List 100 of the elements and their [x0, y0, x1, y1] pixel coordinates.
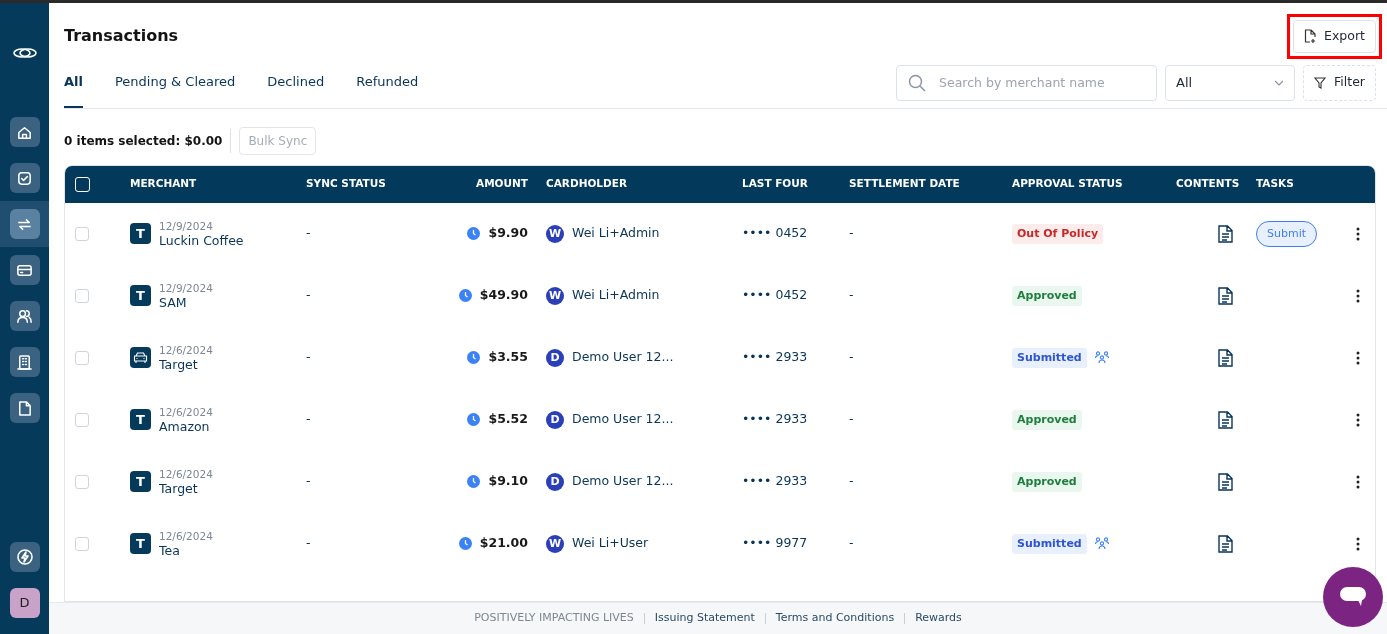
sync-status: - [306, 287, 311, 303]
merchant-name[interactable]: Amazon [159, 418, 213, 434]
column-header[interactable]: SETTLEMENT DATE [849, 176, 960, 193]
checkmark-icon[interactable] [9, 163, 40, 193]
chat-button[interactable] [1323, 567, 1383, 627]
file-plus-icon [1304, 29, 1317, 44]
settlement-date: - [849, 411, 854, 427]
more-options-icon[interactable] [1356, 474, 1360, 489]
document-icon[interactable] [1218, 472, 1233, 491]
card-last-four: •••• 0452 [742, 287, 808, 303]
amount: $3.55 [488, 348, 528, 367]
column-header[interactable]: TASKS [1256, 176, 1294, 193]
row-checkbox[interactable] [75, 288, 89, 303]
document-icon[interactable] [9, 393, 40, 423]
arrows-icon[interactable] [9, 209, 40, 239]
transaction-date: 12/6/2024 [159, 529, 213, 543]
approval-status: Submitted [1012, 533, 1087, 554]
page-title: Transactions [64, 25, 179, 48]
selection-summary: 0 items selected: $0.00 [64, 132, 223, 150]
document-icon[interactable] [1218, 224, 1233, 243]
merchant-avatar: T [130, 533, 151, 555]
cardholder-avatar: W [546, 534, 564, 553]
card-last-four: •••• 9977 [742, 535, 808, 551]
amount: $5.52 [488, 410, 528, 429]
column-header[interactable]: LAST FOUR [742, 176, 808, 193]
settlement-date: - [849, 349, 854, 365]
amount: $9.90 [488, 224, 528, 243]
document-icon[interactable] [1218, 534, 1233, 553]
building-icon[interactable] [9, 347, 40, 377]
merchant-name[interactable]: Target [159, 480, 213, 496]
approval-status: Approved [1012, 409, 1082, 430]
transaction-date: 12/6/2024 [159, 467, 213, 481]
more-options-icon[interactable] [1356, 226, 1360, 241]
amount: $9.10 [488, 472, 528, 491]
row-checkbox[interactable] [75, 536, 89, 551]
column-header[interactable]: MERCHANT [130, 176, 197, 193]
search-icon [908, 73, 927, 92]
clock-icon [467, 351, 481, 365]
footer-link[interactable]: Terms and Conditions [775, 610, 895, 627]
sync-status: - [306, 535, 311, 551]
merchant-avatar: T [130, 223, 151, 245]
tab[interactable]: Declined [267, 72, 325, 108]
approval-status: Out Of Policy [1012, 223, 1104, 244]
tab[interactable]: Refunded [356, 72, 419, 108]
column-header[interactable]: SYNC STATUS [306, 176, 386, 193]
card-last-four: •••• 2933 [742, 473, 808, 489]
merchant-name[interactable]: Target [159, 356, 213, 372]
footer-link[interactable]: Issuing Statement [654, 610, 755, 627]
filter-button[interactable]: Filter [1303, 64, 1376, 101]
people-icon[interactable] [9, 301, 40, 331]
cardholder-avatar: D [546, 348, 564, 367]
footer-tagline: POSITIVELY IMPACTING LIVES [474, 610, 634, 627]
home-icon[interactable] [9, 117, 40, 147]
cardholder-name: Demo User 12... [572, 410, 674, 429]
more-options-icon[interactable] [1356, 288, 1360, 303]
amount: $49.90 [479, 286, 528, 305]
column-header[interactable]: CONTENTS [1176, 176, 1240, 193]
document-icon[interactable] [1218, 286, 1233, 305]
merchant-avatar: T [130, 471, 151, 493]
more-options-icon[interactable] [1356, 536, 1360, 551]
sync-status: - [306, 411, 311, 427]
document-icon[interactable] [1218, 348, 1233, 367]
clock-icon [467, 227, 481, 241]
card-last-four: •••• 0452 [742, 225, 808, 241]
export-button[interactable]: Export [1293, 20, 1376, 53]
amount: $21.00 [479, 534, 528, 553]
more-options-icon[interactable] [1356, 350, 1360, 365]
merchant-avatar: T [130, 285, 151, 307]
column-header[interactable]: AMOUNT [476, 176, 528, 193]
merchant-name[interactable]: SAM [159, 294, 213, 310]
merchant-avatar: T [130, 409, 151, 431]
row-checkbox[interactable] [75, 412, 89, 427]
approval-status: Submitted [1012, 347, 1087, 368]
settlement-date: - [849, 287, 854, 303]
merchant-name[interactable]: Tea [159, 542, 213, 558]
row-checkbox[interactable] [75, 350, 89, 365]
tab[interactable]: All [64, 72, 83, 108]
document-icon[interactable] [1218, 410, 1233, 429]
column-header[interactable]: APPROVAL STATUS [1012, 176, 1123, 193]
clock-icon [458, 289, 472, 303]
column-header[interactable]: CARDHOLDER [546, 176, 627, 193]
settlement-date: - [849, 225, 854, 241]
cardholder-name: Wei Li+Admin [572, 224, 660, 243]
search-field[interactable]: Search by merchant name [896, 64, 1158, 101]
card-icon[interactable] [9, 255, 40, 285]
select-all-checkbox[interactable] [75, 176, 90, 192]
cardholder-name: Wei Li+Admin [572, 286, 660, 305]
lightning-icon[interactable] [9, 542, 40, 572]
clock-icon [467, 475, 481, 489]
clock-icon [467, 413, 481, 427]
row-checkbox[interactable] [75, 474, 89, 489]
sync-status: - [306, 225, 311, 241]
status-dropdown[interactable]: All [1165, 64, 1296, 101]
more-options-icon[interactable] [1356, 412, 1360, 427]
transaction-date: 12/9/2024 [159, 281, 213, 295]
user-avatar[interactable]: D [9, 588, 40, 618]
tab[interactable]: Pending & Cleared [115, 72, 236, 108]
row-checkbox[interactable] [75, 226, 89, 241]
merchant-name[interactable]: Luckin Coffee [159, 232, 244, 248]
footer-link[interactable]: Rewards [915, 610, 962, 627]
